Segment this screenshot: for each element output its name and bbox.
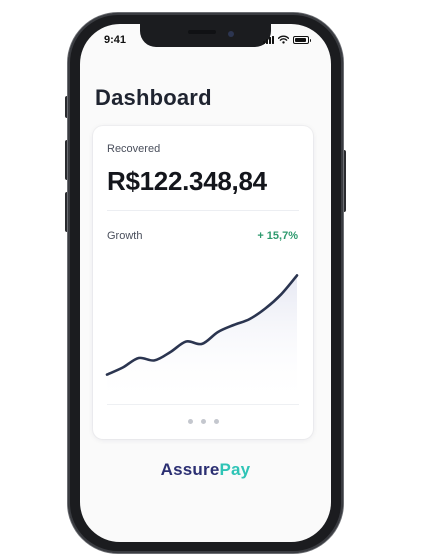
status-icons bbox=[263, 35, 311, 44]
page-title: Dashboard bbox=[95, 85, 212, 110]
notch bbox=[140, 24, 271, 47]
growth-label: Growth bbox=[107, 230, 143, 242]
wifi-icon bbox=[278, 35, 289, 44]
stage: 9:41 Dashboard Recovered R$122.348,84 Gr… bbox=[0, 0, 447, 559]
cellular-signal-icon bbox=[263, 35, 274, 44]
speaker-grille bbox=[188, 30, 216, 34]
status-time: 9:41 bbox=[104, 34, 127, 46]
brand-logo-part2: Pay bbox=[219, 460, 251, 479]
brand-logo: AssurePay bbox=[80, 460, 331, 480]
recovered-card[interactable]: Recovered R$122.348,84 Growth + 15,7% bbox=[93, 126, 313, 439]
recovered-label: Recovered bbox=[107, 143, 161, 155]
growth-chart bbox=[105, 274, 299, 404]
chart-baseline bbox=[107, 404, 299, 405]
battery-icon bbox=[293, 35, 311, 44]
pager-dot[interactable] bbox=[200, 419, 206, 424]
recovered-amount: R$122.348,84 bbox=[107, 166, 267, 196]
pager-dot[interactable] bbox=[187, 419, 193, 424]
brand-logo-part1: Assure bbox=[160, 460, 220, 479]
card-pager[interactable] bbox=[93, 419, 313, 424]
pager-dot[interactable] bbox=[213, 419, 219, 424]
growth-percentage: + 15,7% bbox=[257, 230, 298, 242]
card-divider bbox=[107, 210, 299, 211]
front-camera bbox=[228, 31, 234, 37]
chart-area-fill bbox=[107, 275, 297, 404]
phone-screen: 9:41 Dashboard Recovered R$122.348,84 Gr… bbox=[80, 24, 331, 542]
